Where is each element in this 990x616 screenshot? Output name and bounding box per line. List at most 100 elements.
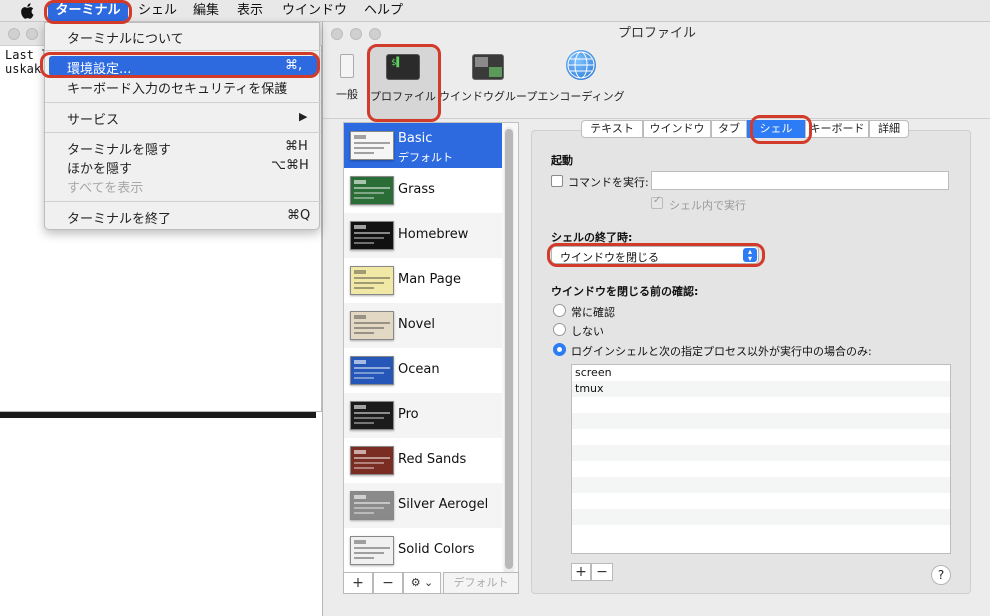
menu-item-quit[interactable]: ターミナルを終了 (67, 208, 171, 227)
startup-label: 起動 (551, 154, 573, 167)
tab-text[interactable]: テキスト (581, 120, 643, 138)
window-title: プロファイル (617, 26, 696, 41)
remove-process-button[interactable]: − (591, 563, 613, 581)
table-row[interactable] (572, 493, 950, 509)
menu-shortcut-hide-others: ⌥⌘H (271, 158, 309, 173)
menu-separator (45, 50, 321, 51)
table-row[interactable] (572, 525, 950, 541)
profile-item[interactable]: Novel (344, 303, 502, 348)
radio-except-processes[interactable] (553, 343, 566, 356)
menu-item-secure-keyboard[interactable]: キーボード入力のセキュリティを保護 (67, 78, 287, 97)
profile-item[interactable]: Solid Colors (344, 528, 502, 573)
profile-list[interactable]: Solid Colors Silver Aerogel Red Sands Pro Oc… (343, 122, 519, 594)
profile-item[interactable]: Silver Aerogel (344, 483, 502, 528)
menu-help[interactable]: ヘルプ (364, 2, 403, 20)
menu-item-hide-others[interactable]: ほかを隠す (67, 158, 132, 177)
profile-name: Pro (398, 407, 419, 422)
menu-shortcut-quit: ⌘Q (287, 208, 311, 223)
toolbar-encodings[interactable]: エンコーディング (537, 46, 625, 118)
highlight-terminal-menu (44, 0, 132, 24)
scrollbar-thumb[interactable] (505, 129, 513, 569)
profile-item[interactable]: Pro (344, 393, 502, 438)
profile-thumbnail (350, 446, 394, 475)
profile-thumbnail (350, 221, 394, 250)
profile-name: Homebrew (398, 227, 469, 242)
profile-item[interactable]: Ocean (344, 348, 502, 393)
menu-view[interactable]: 表示 (237, 2, 263, 20)
table-row[interactable]: tmux (572, 381, 950, 397)
radio-always-label: 常に確認 (571, 306, 615, 319)
menu-item-services[interactable]: サービス (67, 109, 119, 128)
run-in-shell-label: シェル内で実行 (669, 199, 746, 212)
profile-name: Silver Aerogel (398, 497, 489, 512)
tab-advanced[interactable]: 詳細 (869, 120, 909, 138)
apple-icon[interactable] (20, 3, 34, 19)
highlight-on-exit-select (547, 243, 765, 267)
table-row[interactable]: screen (572, 365, 950, 381)
table-row[interactable] (572, 509, 950, 525)
run-in-shell-checkbox[interactable]: ✓ (651, 195, 663, 209)
run-command-field[interactable] (651, 171, 949, 190)
gear-menu-button[interactable]: ⚙︎ ⌄ (403, 572, 441, 594)
menu-separator (45, 132, 321, 133)
add-profile-button[interactable]: + (343, 572, 373, 594)
highlight-shell-tab (750, 115, 812, 144)
remove-profile-button[interactable]: − (373, 572, 403, 594)
profile-name: Grass (398, 182, 435, 197)
table-row[interactable] (572, 397, 950, 413)
table-row[interactable] (572, 429, 950, 445)
table-row[interactable] (572, 413, 950, 429)
close-button[interactable] (8, 28, 20, 40)
profile-name: Novel (398, 317, 435, 332)
menu-shortcut-hide: ⌘H (285, 139, 308, 154)
highlight-preferences-item (40, 52, 320, 78)
toolbar-label: 一般 (336, 88, 358, 101)
table-row[interactable] (572, 461, 950, 477)
menu-edit[interactable]: 編集 (193, 2, 219, 20)
window-group-icon (472, 54, 504, 80)
minimize-button[interactable] (26, 28, 38, 40)
radio-always[interactable] (553, 304, 566, 317)
help-button[interactable]: ? (931, 565, 951, 585)
highlight-profiles-toolbar (367, 44, 441, 122)
toolbar-window-groups[interactable]: ウインドウグループ (439, 46, 537, 118)
profile-thumbnail (350, 311, 394, 340)
menu-item-hide-terminal[interactable]: ターミナルを隠す (67, 139, 171, 158)
table-row[interactable] (572, 445, 950, 461)
tab-window[interactable]: ウインドウ (643, 120, 711, 138)
default-button[interactable]: デフォルト (443, 572, 519, 594)
profile-default-label: デフォルト (398, 151, 453, 164)
profile-name: Red Sands (398, 452, 467, 467)
menu-shell[interactable]: シェル (138, 2, 177, 20)
add-process-button[interactable]: + (571, 563, 591, 581)
profile-thumbnail (350, 536, 394, 565)
menu-item-show-all[interactable]: すべてを表示 (67, 177, 143, 196)
run-command-checkbox[interactable] (551, 175, 563, 187)
radio-never[interactable] (553, 323, 566, 336)
profile-item[interactable]: Grass (344, 168, 502, 213)
profile-thumbnail (350, 491, 394, 520)
toolbar-general[interactable]: 一般 (329, 46, 365, 118)
profile-thumbnail (350, 356, 394, 385)
profile-thumbnail (350, 176, 394, 205)
profile-name: Ocean (398, 362, 440, 377)
confirm-close-label: ウインドウを閉じる前の確認: (551, 285, 699, 298)
toolbar-label: ウインドウグループ (439, 90, 538, 103)
tab-tab[interactable]: タブ (711, 120, 747, 138)
profile-name: Solid Colors (398, 542, 475, 557)
profile-item[interactable]: Basic デフォルト (344, 123, 502, 168)
menu-separator (45, 201, 321, 202)
profile-item[interactable]: Homebrew (344, 213, 502, 258)
desktop-window (0, 418, 316, 616)
preferences-window: プロファイル 一般 $▌ プロファイル ウインドウグループ エンコーディング S… (322, 22, 990, 616)
process-list[interactable]: screen tmux (571, 364, 951, 554)
profile-item[interactable]: Red Sands (344, 438, 502, 483)
profile-item[interactable]: Man Page (344, 258, 502, 303)
table-row[interactable] (572, 477, 950, 493)
tab-keyboard[interactable]: キーボード (805, 120, 869, 138)
toolbar-label: エンコーディング (537, 90, 625, 103)
menu-window[interactable]: ウインドウ (282, 2, 347, 20)
profile-thumbnail (350, 401, 394, 430)
menu-item-about[interactable]: ターミナルについて (67, 28, 184, 47)
switch-icon (340, 54, 354, 78)
